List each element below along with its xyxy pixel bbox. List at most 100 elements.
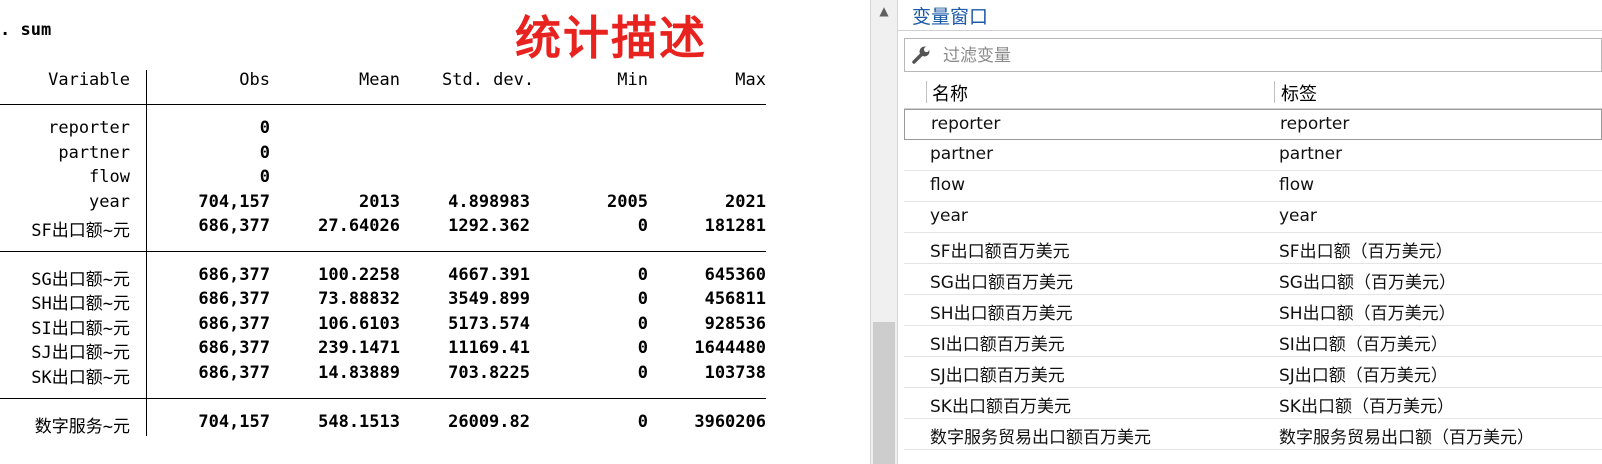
variable-label: flow — [1279, 175, 1315, 195]
table-row: SJ出口额~元 686,377 239.1471 11169.41 0 1644… — [0, 338, 790, 363]
variable-row[interactable]: SJ出口额百万美元 SJ出口额（百万美元） — [904, 357, 1602, 388]
results-scrollbar[interactable]: ▲ — [870, 0, 898, 464]
variable-name: 数字服务贸易出口额百万美元 — [930, 428, 1151, 448]
row-variable: SI出口额~元 — [31, 319, 130, 339]
variable-row[interactable]: 数字服务贸易出口额百万美元 数字服务贸易出口额（百万美元） — [904, 419, 1602, 450]
variable-label: SF出口额（百万美元） — [1279, 242, 1453, 262]
variable-name: SG出口额百万美元 — [930, 273, 1073, 293]
row-mean: 239.1471 — [318, 338, 400, 358]
column-label-header[interactable]: 标签 — [1281, 80, 1317, 106]
row-obs: 686,377 — [198, 338, 270, 358]
variable-name: SJ出口额百万美元 — [930, 366, 1065, 386]
scrollbar-thumb[interactable] — [873, 322, 895, 464]
variable-label: reporter — [1280, 114, 1350, 134]
variable-label: SG出口额（百万美元） — [1279, 273, 1456, 293]
variable-name: reporter — [931, 114, 1001, 134]
row-std-dev: 11169.41 — [448, 338, 530, 358]
row-mean: 14.83889 — [318, 363, 400, 383]
header-obs: Obs — [239, 70, 270, 90]
variable-label: partner — [1279, 144, 1343, 164]
arrow-up-icon[interactable]: ▲ — [871, 0, 897, 22]
variable-row[interactable]: SH出口额百万美元 SH出口额（百万美元） — [904, 295, 1602, 326]
row-std-dev: 4.898983 — [448, 192, 530, 212]
variable-label: SK出口额（百万美元） — [1279, 397, 1454, 417]
variable-label: 数字服务贸易出口额（百万美元） — [1279, 428, 1534, 448]
header-variable: Variable — [48, 70, 130, 90]
row-max: 645360 — [704, 265, 766, 285]
row-std-dev: 1292.362 — [448, 216, 530, 236]
variables-column-header: 名称 标签 — [904, 78, 1602, 109]
variable-name: SK出口额百万美元 — [930, 397, 1071, 417]
row-min: 0 — [637, 412, 648, 432]
row-min: 0 — [637, 363, 648, 383]
table-row: flow 0 — [0, 167, 790, 191]
row-obs: 704,157 — [198, 192, 270, 212]
table-row: reporter 0 — [0, 118, 790, 142]
row-max: 928536 — [704, 314, 766, 334]
row-variable: flow — [89, 167, 130, 187]
table-row: partner 0 — [0, 143, 790, 167]
row-variable: SJ出口额~元 — [31, 343, 130, 363]
row-std-dev: 26009.82 — [448, 412, 530, 432]
table-row: year 704,157 2013 4.898983 2005 2021 — [0, 192, 790, 216]
variable-row[interactable]: year year — [904, 202, 1602, 233]
variable-row[interactable]: partner partner — [904, 140, 1602, 171]
row-obs: 0 — [259, 143, 270, 163]
row-obs: 686,377 — [198, 216, 270, 236]
wrench-icon[interactable] — [907, 41, 935, 69]
variable-label: SI出口额（百万美元） — [1279, 335, 1448, 355]
column-separator — [1274, 81, 1275, 103]
results-title: 统计描述 — [515, 11, 707, 65]
header-std-dev: Std. dev. — [442, 70, 535, 90]
row-obs: 0 — [259, 167, 270, 187]
variable-name: flow — [930, 175, 966, 195]
variable-row[interactable]: flow flow — [904, 171, 1602, 202]
filter-bar — [904, 38, 1602, 72]
row-min: 0 — [637, 338, 648, 358]
row-mean: 106.6103 — [318, 314, 400, 334]
variable-row[interactable]: SF出口额百万美元 SF出口额（百万美元） — [904, 233, 1602, 264]
row-obs: 704,157 — [198, 412, 270, 432]
variable-label: SJ出口额（百万美元） — [1279, 366, 1448, 386]
command-line: . sum — [0, 20, 52, 40]
table-row: 数字服务~元 704,157 548.1513 26009.82 0 39602… — [0, 412, 790, 437]
row-variable: SG出口额~元 — [31, 270, 130, 290]
row-min: 0 — [637, 216, 648, 236]
column-separator — [926, 81, 927, 103]
row-mean: 73.88832 — [318, 289, 400, 309]
variable-row[interactable]: SG出口额百万美元 SG出口额（百万美元） — [904, 264, 1602, 295]
row-std-dev: 703.8225 — [448, 363, 530, 383]
variable-label: SH出口额（百万美元） — [1279, 304, 1456, 324]
variable-row[interactable]: reporter reporter — [904, 109, 1602, 140]
row-max: 456811 — [704, 289, 766, 309]
row-mean: 548.1513 — [318, 412, 400, 432]
header-mean: Mean — [359, 70, 400, 90]
variable-row[interactable]: SK出口额百万美元 SK出口额（百万美元） — [904, 388, 1602, 419]
row-std-dev: 3549.899 — [448, 289, 530, 309]
variable-name: year — [930, 206, 968, 226]
row-variable: SF出口额~元 — [31, 221, 130, 241]
results-pane: . sum 统计描述 Variable Obs Mean Std. dev. M… — [0, 0, 870, 464]
row-max: 3960206 — [694, 412, 766, 432]
variables-window-title: 变量窗口 — [912, 6, 989, 28]
group-rule-2 — [0, 398, 766, 399]
variable-name: SF出口额百万美元 — [930, 242, 1070, 262]
header-max: Max — [735, 70, 766, 90]
row-min: 0 — [637, 314, 648, 334]
column-name-header[interactable]: 名称 — [932, 80, 968, 106]
filter-variables-input[interactable] — [941, 41, 1595, 71]
row-variable: year — [89, 192, 130, 212]
row-variable: reporter — [48, 118, 130, 138]
title-divider — [898, 30, 1602, 31]
row-min: 0 — [637, 289, 648, 309]
row-obs: 686,377 — [198, 363, 270, 383]
variable-row[interactable]: SI出口额百万美元 SI出口额（百万美元） — [904, 326, 1602, 357]
row-min: 2005 — [607, 192, 648, 212]
variable-name: partner — [930, 144, 994, 164]
row-std-dev: 4667.391 — [448, 265, 530, 285]
row-max: 181281 — [704, 216, 766, 236]
row-mean: 100.2258 — [318, 265, 400, 285]
row-variable: partner — [58, 143, 130, 163]
row-max: 103738 — [704, 363, 766, 383]
table-row: SI出口额~元 686,377 106.6103 5173.574 0 9285… — [0, 314, 790, 339]
